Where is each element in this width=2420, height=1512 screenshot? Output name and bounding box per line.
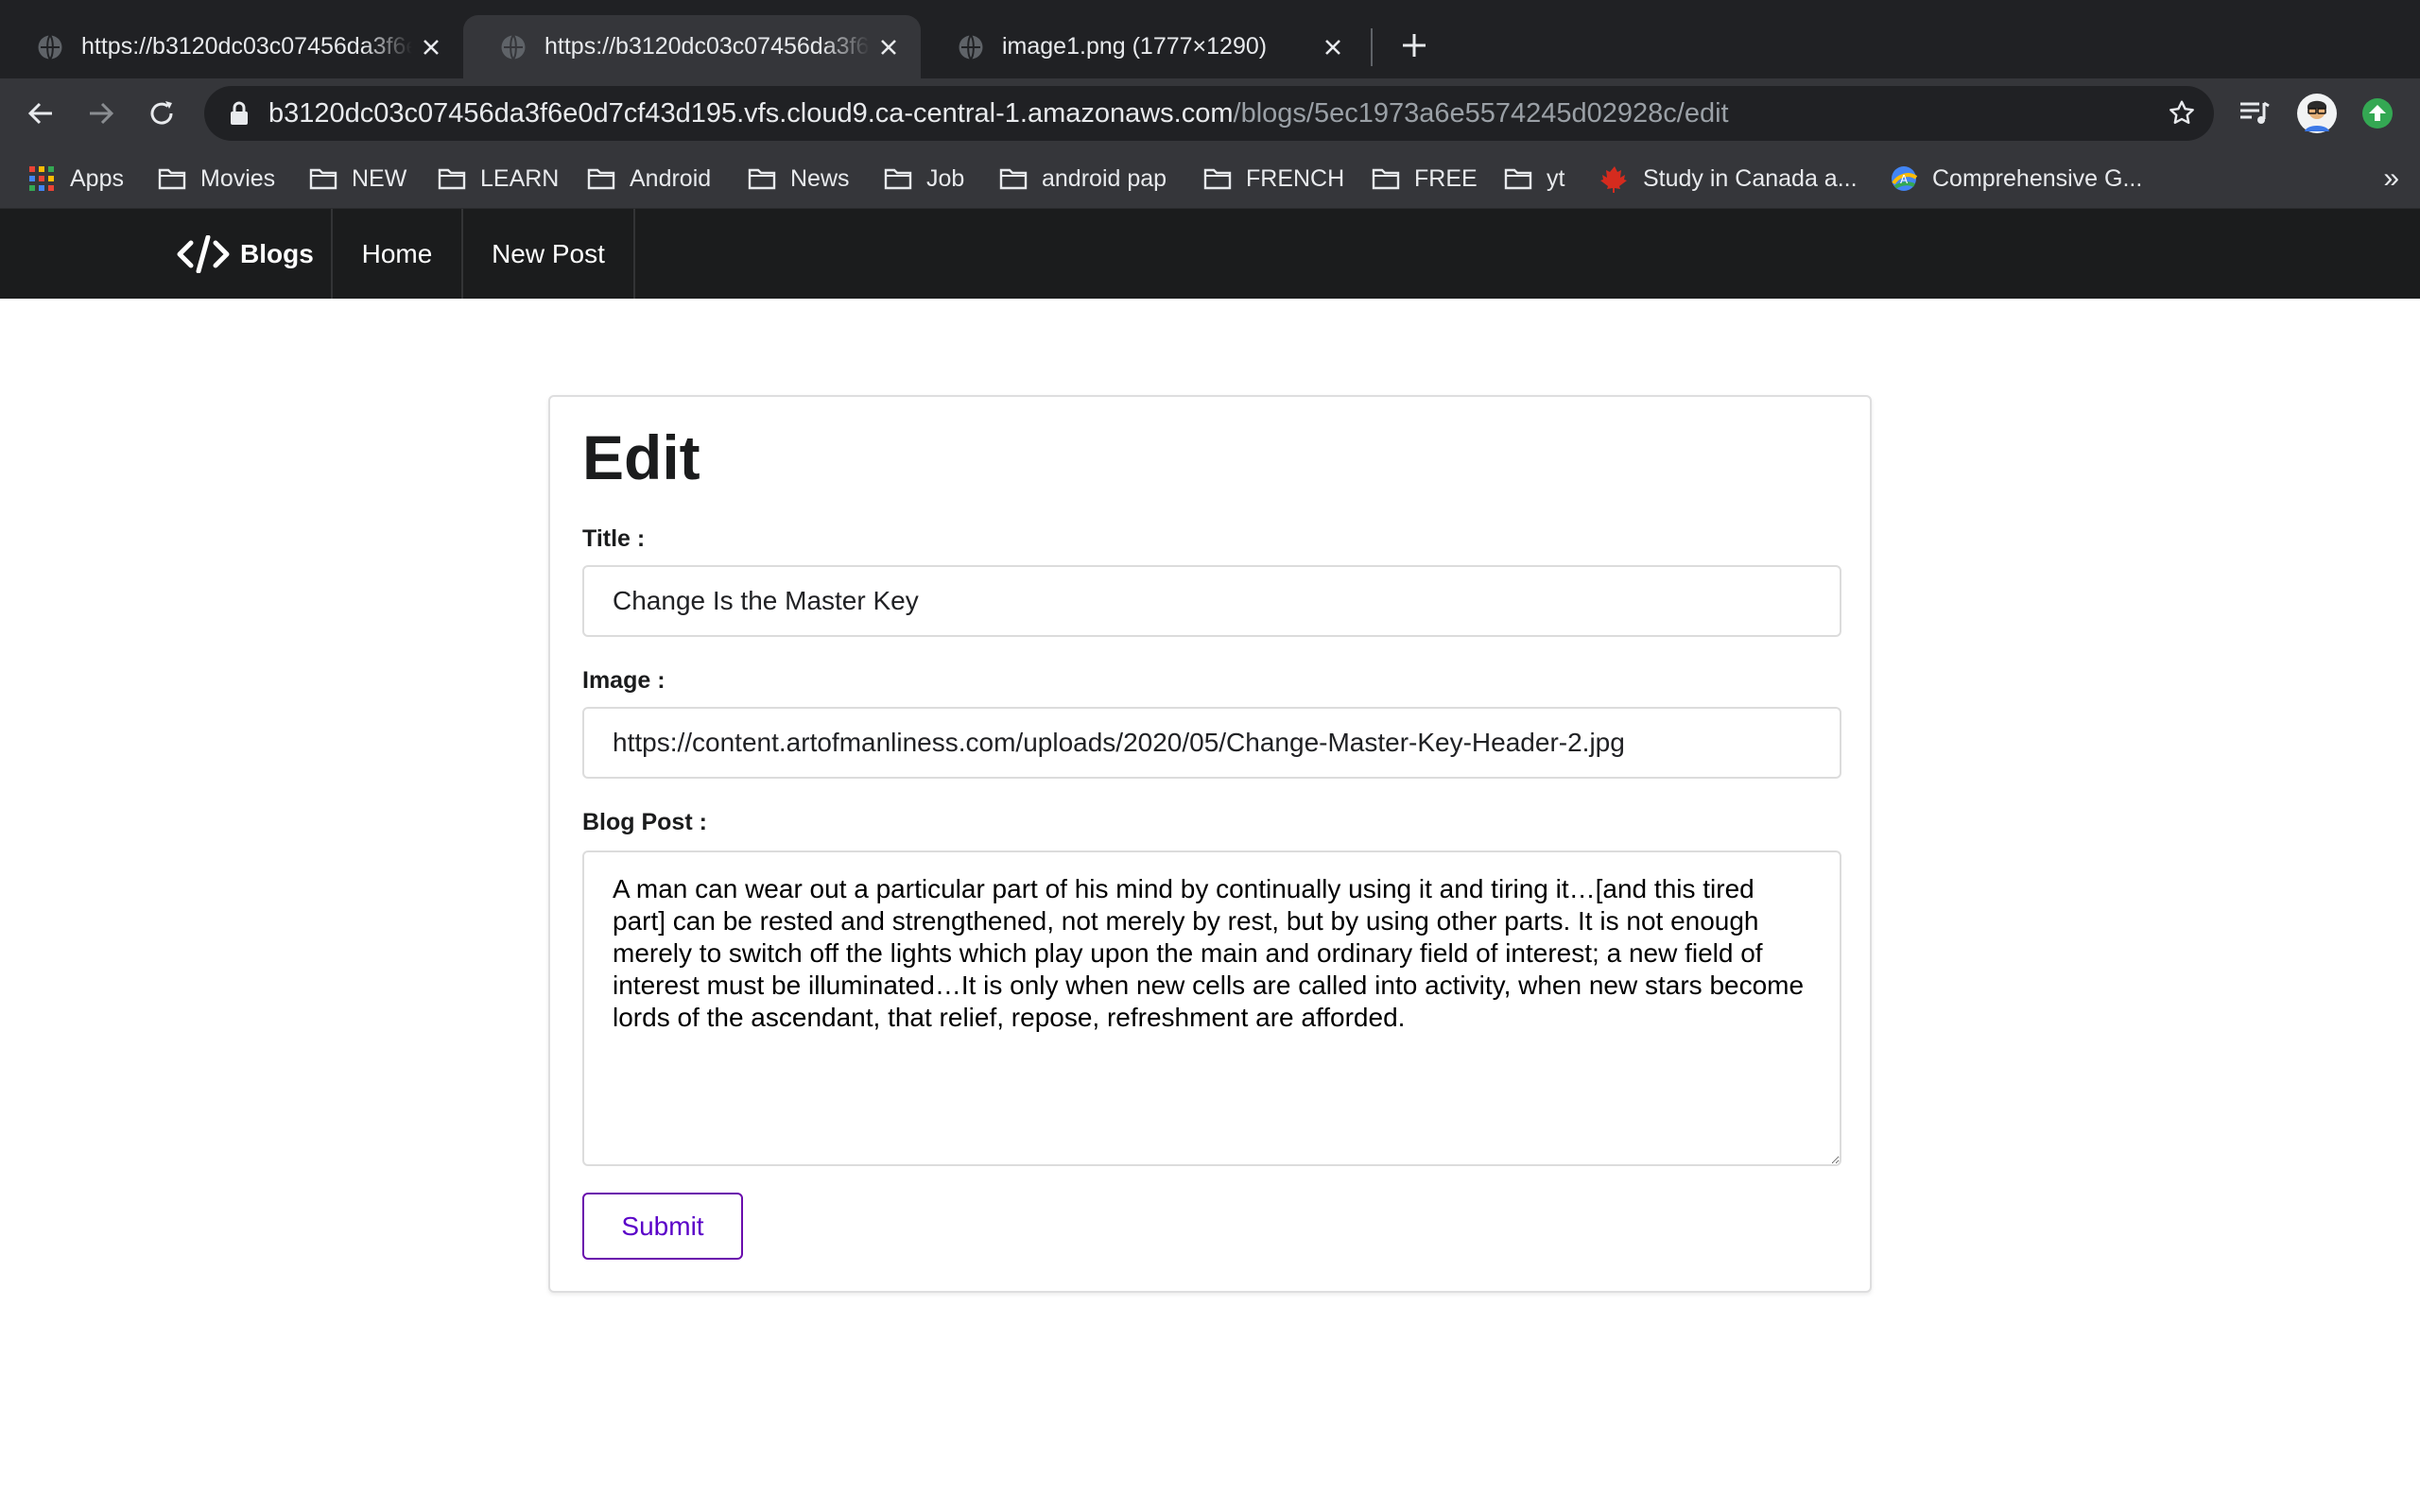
nav-home-link[interactable]: Home: [333, 209, 461, 299]
lock-icon[interactable]: [225, 99, 253, 128]
back-button[interactable]: [19, 92, 62, 135]
profile-avatar-icon: [2297, 94, 2337, 133]
bookmark-folder[interactable]: Job: [883, 160, 964, 198]
reload-icon: [150, 101, 173, 125]
playlist-icon: [2240, 101, 2270, 124]
close-icon[interactable]: [412, 28, 450, 66]
close-icon[interactable]: [870, 28, 908, 66]
upload-arrow-icon: [2362, 98, 2393, 129]
folder-icon: [157, 165, 187, 192]
bookmark-label: Apps: [70, 164, 124, 192]
bookmark-label: Job: [926, 164, 965, 192]
address-bar[interactable]: b3120dc03c07456da3f6e0d7cf43d195.vfs.clo…: [204, 86, 2214, 141]
bookmark-star-icon[interactable]: [2163, 94, 2201, 132]
folder-icon: [883, 165, 913, 192]
site-favicon-icon: A: [1889, 165, 1919, 192]
tab-title: https://b3120dc03c07456da3f6e0d7cf43d195…: [544, 33, 870, 60]
svg-text:A: A: [1900, 173, 1909, 186]
folder-icon: [437, 165, 467, 192]
browser-tab-strip: https://b3120dc03c07456da3f6e0d7cf43d195…: [0, 0, 2420, 78]
forward-button[interactable]: [79, 92, 123, 135]
image-url-input[interactable]: [582, 707, 1841, 779]
bookmark-label: Study in Canada a...: [1643, 164, 1858, 192]
bookmark-label: yt: [1547, 164, 1565, 192]
browser-toolbar: b3120dc03c07456da3f6e0d7cf43d195.vfs.clo…: [0, 78, 2420, 148]
folder-icon: [998, 165, 1028, 192]
folder-icon: [586, 165, 616, 192]
bookmark-label: Comprehensive G...: [1932, 164, 2143, 192]
reload-button[interactable]: [140, 92, 183, 135]
brand-label: Blogs: [240, 238, 314, 268]
address-url[interactable]: b3120dc03c07456da3f6e0d7cf43d195.vfs.clo…: [268, 98, 1729, 129]
maple-leaf-icon: [1599, 165, 1630, 193]
bookmark-study-in-canada[interactable]: Study in Canada a...: [1599, 160, 1858, 198]
globe-icon: [38, 34, 62, 60]
site-navbar: Blogs Home New Post: [0, 209, 2420, 299]
folder-icon: [1503, 165, 1533, 192]
browser-tab-active[interactable]: https://b3120dc03c07456da3f6e0d7cf43d195…: [463, 15, 921, 78]
tab-separator: [1371, 28, 1373, 66]
nav-divider: [633, 209, 635, 299]
bookmark-folder[interactable]: FRENCH: [1202, 160, 1344, 198]
bookmark-label: LEARN: [480, 164, 560, 192]
bookmark-folder[interactable]: News: [747, 160, 850, 198]
avatar[interactable]: [2297, 94, 2337, 133]
blog-post-textarea[interactable]: A man can wear out a particular part of …: [582, 850, 1841, 1166]
bookmark-label: Android: [630, 164, 712, 192]
close-icon[interactable]: [1314, 28, 1352, 66]
tab-title: https://b3120dc03c07456da3f6e0d7cf43d195…: [81, 33, 412, 60]
code-icon: [177, 234, 230, 273]
extension-button[interactable]: [2358, 94, 2397, 133]
bookmark-label: FRENCH: [1246, 164, 1345, 192]
globe-icon: [501, 34, 526, 60]
nav-new-post-link[interactable]: New Post: [463, 209, 633, 299]
bookmark-folder[interactable]: Android: [586, 160, 711, 198]
bookmark-comprehensive[interactable]: A Comprehensive G...: [1889, 160, 2142, 198]
globe-icon: [959, 34, 983, 60]
tab-title: image1.png (1777×1290): [1002, 33, 1268, 60]
title-input[interactable]: [582, 565, 1841, 637]
bookmark-folder[interactable]: FREE: [1371, 160, 1478, 198]
bookmark-folder[interactable]: Movies: [157, 160, 275, 198]
folder-icon: [1371, 165, 1401, 192]
blog-post-label: Blog Post :: [582, 809, 707, 835]
bookmark-label: FREE: [1414, 164, 1478, 192]
url-path: /blogs/5ec1973a6e5574245d02928c/edit: [1233, 97, 1729, 129]
title-label: Title :: [582, 525, 646, 552]
url-host: b3120dc03c07456da3f6e0d7cf43d195.vfs.clo…: [268, 97, 1234, 129]
brand-link[interactable]: Blogs: [161, 209, 314, 299]
bookmark-folder[interactable]: NEW: [308, 160, 406, 198]
edit-form-card: Edit Title : Image : Blog Post : A man c…: [548, 395, 1872, 1293]
browser-tab[interactable]: https://b3120dc03c07456da3f6e0d7cf43d195…: [0, 15, 463, 78]
folder-icon: [747, 165, 777, 192]
folder-icon: [308, 165, 338, 192]
arrow-right-icon: [90, 102, 114, 125]
plus-icon: [1403, 34, 1426, 57]
image-label: Image :: [582, 667, 666, 694]
bookmark-label: android pap: [1042, 164, 1167, 192]
bookmark-folder[interactable]: android pap: [998, 160, 1167, 198]
submit-button[interactable]: Submit: [582, 1193, 743, 1260]
media-control-button[interactable]: [2235, 94, 2274, 133]
bookmark-label: NEW: [352, 164, 407, 192]
bookmark-apps[interactable]: Apps: [26, 160, 124, 198]
bookmark-label: News: [790, 164, 850, 192]
folder-icon: [1202, 165, 1233, 192]
apps-grid-icon: [26, 165, 57, 192]
new-tab-button[interactable]: [1393, 25, 1435, 66]
arrow-left-icon: [27, 102, 52, 125]
page-title: Edit: [582, 422, 700, 492]
bookmark-folder[interactable]: LEARN: [437, 160, 559, 198]
browser-tab[interactable]: image1.png (1777×1290): [921, 15, 1365, 78]
bookmark-folder[interactable]: yt: [1503, 160, 1564, 198]
bookmarks-overflow-button[interactable]: »: [2383, 160, 2399, 198]
bookmarks-bar: Apps Movies NEW LEARN Android News Job a…: [0, 148, 2420, 209]
bookmark-label: Movies: [200, 164, 276, 192]
